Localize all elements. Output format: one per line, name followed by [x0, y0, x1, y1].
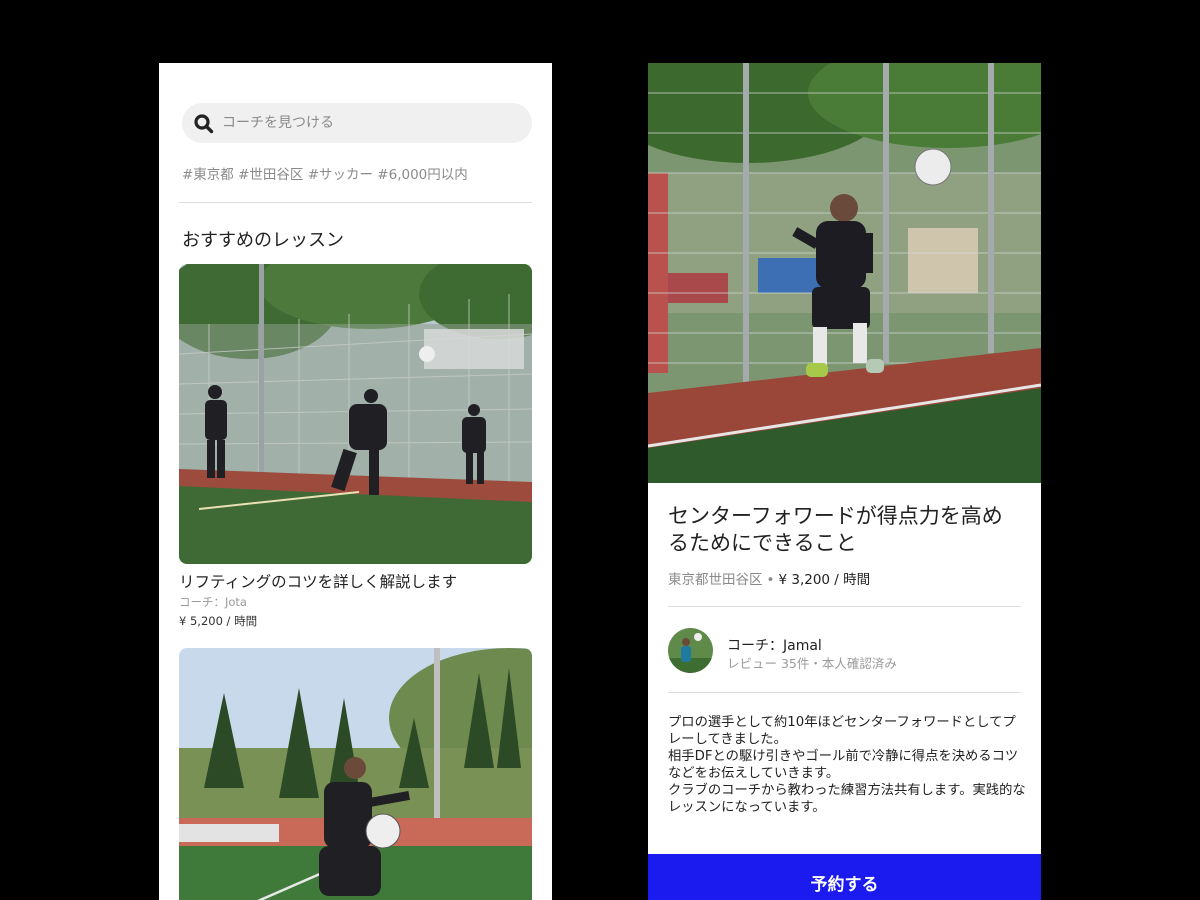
lesson-description: プロの選手として約10年ほどセンターフォワードとしてプレーしてきました。 相手DF…: [668, 715, 1026, 815]
divider: [179, 202, 532, 203]
search-filter-tags[interactable]: #東京都 #世田谷区 #サッカー #6,000円以内: [182, 163, 468, 183]
lesson-card-1-photo[interactable]: [179, 264, 532, 564]
lesson-title: センターフォワードが得点力を高めるためにできること: [668, 504, 1003, 555]
lesson-meta: 東京都世田谷区 • ¥ 3,200 / 時間: [668, 568, 870, 588]
meta-separator: •: [766, 572, 775, 588]
search-input[interactable]: コーチを見つける: [182, 103, 532, 143]
search-icon: [194, 114, 214, 134]
lesson-hero-photo: [648, 63, 1041, 483]
lesson-price: ¥ 3,200 / 時間: [778, 572, 871, 588]
search-placeholder: コーチを見つける: [222, 115, 334, 131]
lesson-card-1-title[interactable]: リフティングのコツを詳しく解説します: [179, 570, 457, 592]
lesson-card-2-photo[interactable]: [179, 648, 532, 900]
coach-reviews: レビュー 35件・本人確認済み: [727, 656, 897, 671]
lesson-card-1-coach: コーチ：Jota: [179, 595, 247, 609]
lesson-detail-screen: センターフォワードが得点力を高めるためにできること 東京都世田谷区 • ¥ 3,20…: [648, 63, 1041, 900]
coach-avatar[interactable]: [668, 628, 713, 673]
divider: [668, 606, 1021, 607]
section-title: おすすめのレッスン: [182, 230, 344, 251]
search-screen: コーチを見つける #東京都 #世田谷区 #サッカー #6,000円以内 おすすめ…: [159, 63, 552, 900]
coach-name[interactable]: コーチ：Jamal: [727, 635, 822, 655]
lesson-card-1-price: ¥ 5,200 / 時間: [179, 614, 258, 628]
reserve-button[interactable]: 予約する: [648, 854, 1041, 900]
divider: [668, 692, 1021, 693]
lesson-location: 東京都世田谷区: [668, 572, 763, 588]
